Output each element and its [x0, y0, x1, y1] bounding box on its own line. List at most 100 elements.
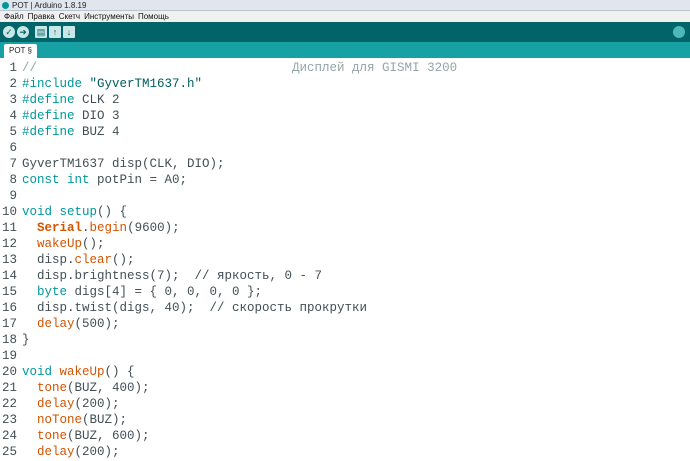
code-token: ();	[112, 253, 135, 267]
save-button[interactable]: ↓	[63, 26, 75, 38]
menu-help[interactable]: Помощь	[136, 11, 171, 22]
code-line[interactable]: 15 byte digs[4] = { 0, 0, 0, 0 };	[0, 284, 690, 300]
code-token: .	[82, 221, 90, 235]
code-line[interactable]: 3 #define CLK 2	[0, 92, 690, 108]
code-line[interactable]: 14 disp.brightness(7); // яркость, 0 - 7	[0, 268, 690, 284]
line-number: 7	[9, 157, 17, 171]
code-token: setup	[59, 205, 98, 219]
code-text: const int potPin = A0;	[22, 172, 187, 188]
new-file-icon: ▤	[36, 27, 46, 37]
code-token: const	[22, 173, 60, 187]
tab-pot[interactable]: POT §	[4, 44, 37, 58]
code-line[interactable]: 8 const int potPin = A0;	[0, 172, 690, 188]
code-text: tone(BUZ, 600);	[22, 428, 150, 444]
line-number: 23	[1, 413, 17, 427]
code-token: void	[22, 365, 53, 379]
code-line[interactable]: 12 wakeUp();	[0, 236, 690, 252]
code-token: () {	[97, 205, 128, 219]
code-text: byte digs[4] = { 0, 0, 0, 0 };	[22, 284, 262, 300]
code-token: () {	[104, 365, 135, 379]
window-title: POT | Arduino 1.8.19	[12, 1, 87, 10]
code-line[interactable]: 1 // Дисплей для GISMI 3200	[0, 60, 690, 76]
line-number: 9	[9, 189, 17, 203]
code-token: }	[22, 333, 30, 347]
code-text: disp.twist(digs, 40); // скорость прокру…	[22, 300, 367, 316]
line-number: 13	[1, 253, 17, 267]
code-line[interactable]: 2 #include "GyverTM1637.h"	[0, 76, 690, 92]
tab-bar: POT §	[0, 42, 690, 101]
code-token: tone	[37, 381, 68, 395]
arduino-icon	[2, 2, 9, 9]
code-token: int	[67, 173, 90, 187]
code-line[interactable]: 21 tone(BUZ, 400);	[0, 380, 690, 396]
line-number: 10	[1, 205, 17, 219]
code-line[interactable]: 7 GyverTM1637 disp(CLK, DIO);	[0, 156, 690, 172]
code-token: // Дисплей для GISMI 3200	[22, 61, 458, 75]
code-line[interactable]: 10 void setup() {	[0, 204, 690, 220]
code-line[interactable]: 22 delay(200);	[0, 396, 690, 412]
code-line[interactable]: 17 delay(500);	[0, 316, 690, 332]
code-token: #define	[22, 93, 75, 107]
new-button[interactable]: ▤	[35, 26, 47, 38]
code-token: disp.brightness(7); // яркость, 0 - 7	[22, 269, 323, 283]
code-token: (BUZ);	[82, 413, 128, 427]
check-icon: ✓	[5, 27, 13, 37]
code-text: void wakeUp() {	[22, 364, 135, 380]
code-line[interactable]: 5 #define BUZ 4	[0, 124, 690, 140]
upload-button[interactable]: ➜	[17, 26, 29, 38]
code-token: tone	[37, 429, 68, 443]
code-line[interactable]: 20 void wakeUp() {	[0, 364, 690, 380]
menu-file[interactable]: Файл	[0, 11, 26, 22]
code-text: delay(200);	[22, 444, 120, 460]
code-line[interactable]: 23 noTone(BUZ);	[0, 412, 690, 428]
code-token: (500);	[74, 317, 120, 331]
toolbar: ✓ ➜ ▤ ↑ ↓	[0, 22, 690, 42]
code-token: delay	[37, 317, 75, 331]
code-line[interactable]: 13 disp.clear();	[0, 252, 690, 268]
menu-bar: Файл Правка Скетч Инструменты Помощь	[0, 11, 690, 22]
code-token: CLK 2	[74, 93, 120, 107]
line-number: 24	[1, 429, 17, 443]
open-button[interactable]: ↑	[49, 26, 61, 38]
line-number: 20	[1, 365, 17, 379]
code-line[interactable]: 24 tone(BUZ, 600);	[0, 428, 690, 444]
code-token: delay	[37, 445, 75, 459]
menu-tools[interactable]: Инструменты	[82, 11, 136, 22]
code-line[interactable]: 11 Serial.begin(9600);	[0, 220, 690, 236]
code-line[interactable]: 18}	[0, 332, 690, 348]
menu-edit[interactable]: Правка	[26, 11, 57, 22]
line-number: 17	[1, 317, 17, 331]
code-token: (200);	[74, 397, 120, 411]
arrow-up-icon: ↑	[52, 27, 58, 37]
line-number: 5	[9, 125, 17, 139]
code-text: }	[22, 332, 30, 348]
code-line[interactable]: 25 delay(200);	[0, 444, 690, 460]
code-token: potPin = A0;	[89, 173, 188, 187]
code-line[interactable]: 6	[0, 140, 690, 156]
code-token: #define	[22, 125, 75, 139]
menu-sketch[interactable]: Скетч	[57, 11, 82, 22]
code-text: GyverTM1637 disp(CLK, DIO);	[22, 156, 225, 172]
verify-button[interactable]: ✓	[3, 26, 15, 38]
line-number: 12	[1, 237, 17, 251]
line-number: 15	[1, 285, 17, 299]
code-editor[interactable]: 1 // Дисплей для GISMI 3200 2 #include "Gyv…	[0, 58, 690, 461]
code-line[interactable]: 19	[0, 348, 690, 364]
serial-monitor-button[interactable]	[673, 26, 685, 38]
line-number: 14	[1, 269, 17, 283]
code-line[interactable]: 4 #define DIO 3	[0, 108, 690, 124]
line-number: 19	[1, 349, 17, 363]
code-text: Serial.begin(9600);	[22, 220, 180, 236]
code-text: #define BUZ 4	[22, 124, 120, 140]
code-line[interactable]: 16 disp.twist(digs, 40); // скорость про…	[0, 300, 690, 316]
code-token: delay	[37, 397, 75, 411]
code-line[interactable]: 9	[0, 188, 690, 204]
line-number: 25	[1, 445, 17, 459]
code-text: delay(200);	[22, 396, 120, 412]
